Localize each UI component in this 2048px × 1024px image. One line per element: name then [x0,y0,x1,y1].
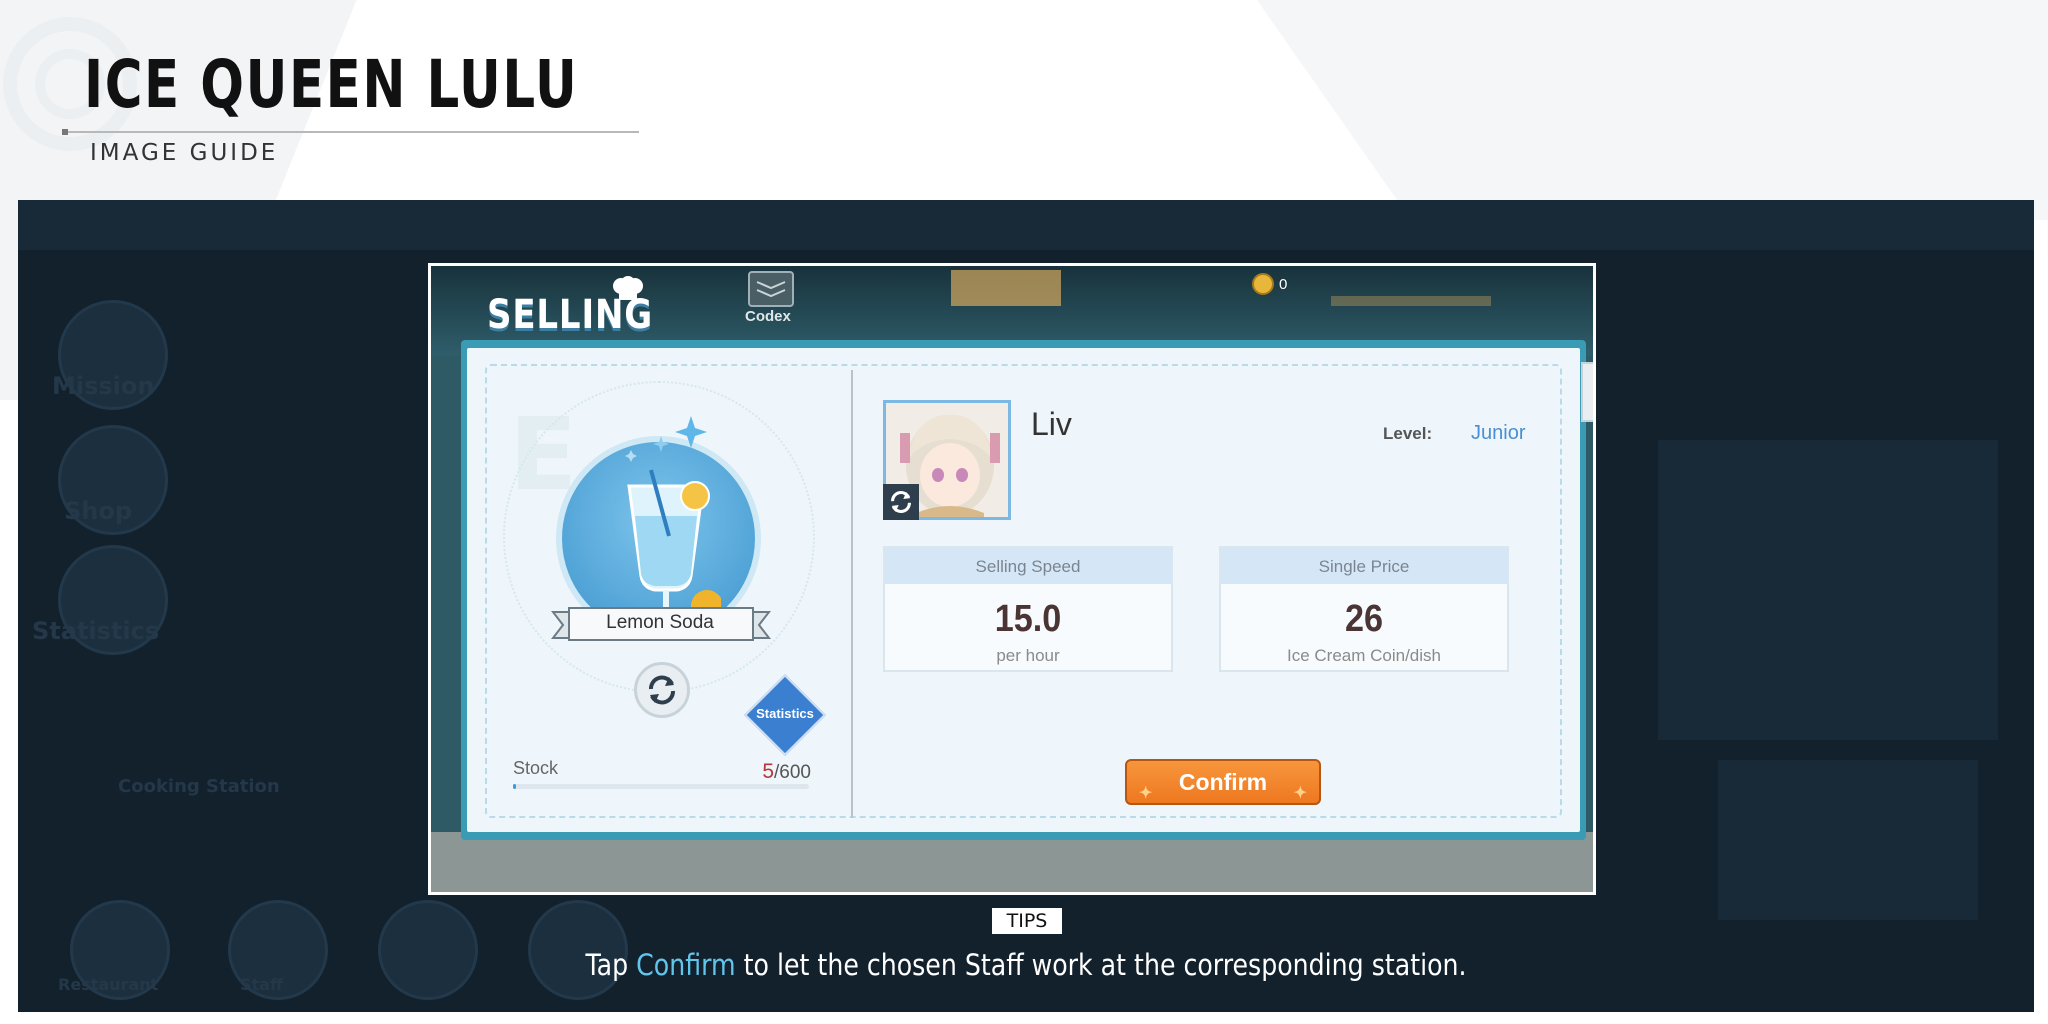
coin-count: 0 [1279,276,1288,293]
single-price-label: Single Price [1221,548,1507,584]
stock-current: 5 [762,760,775,783]
confirm-label: Confirm [1178,769,1268,795]
title-divider-dot [62,129,68,135]
single-price-card: Single Price 26 Ice Cream Coin/dish [1219,546,1509,672]
chef-hat-icon [613,276,643,300]
tips-text: Tap Confirm to let the chosen Staff work… [149,948,1903,982]
wall-shelf [1331,296,1491,306]
stock-bar [513,784,809,789]
close-icon: ✕ [1592,369,1593,415]
sparkle-icon [625,416,707,462]
swap-staff-button[interactable] [883,484,919,520]
selling-speed-label: Selling Speed [885,548,1171,584]
guide-page: ICE QUEEN LULU IMAGE GUIDE Mission Shop … [0,0,2048,1024]
refresh-icon [891,490,911,514]
selling-speed-value: 15.0 [994,598,1062,640]
header-bg-shape [1228,0,2048,220]
page-subtitle: IMAGE GUIDE [90,140,279,166]
stock-value: 5/600 [731,760,811,784]
refresh-icon [649,675,675,705]
bg-statistics-label: Statistics [32,617,160,645]
title-divider [64,131,639,133]
stock-max: /600 [774,762,811,783]
bg-restaurant-label: Restaurant [58,975,159,994]
bg-right-furniture [1658,440,1998,740]
single-price-value: 26 [1344,598,1384,640]
sparkle-icon: ✦ [1293,785,1307,802]
selling-speed-card: Selling Speed 15.0 per hour [883,546,1173,672]
close-button[interactable]: ✕ [1581,362,1593,422]
guide-stage: Mission Shop Statistics Cooking Station … [18,200,2034,1012]
tips-suffix: to let the chosen Staff work at the corr… [735,948,1467,982]
selling-speed-unit: per hour [996,646,1060,665]
bg-mission-label: Mission [52,372,155,400]
coin-icon [1252,273,1274,295]
floor [431,832,1593,892]
game-screenshot: SELLING Codex 0 ✕ E [428,263,1596,895]
stock-label: Stock [513,758,559,778]
panel-divider [851,370,853,818]
level-value: Junior [1471,422,1526,444]
wall-shelf [951,270,1061,306]
stock-bar-fill [513,784,516,789]
single-price-unit: Ice Cream Coin/dish [1286,646,1441,665]
lemon-soda-icon[interactable] [611,466,721,626]
level-label: Level: [1383,424,1433,443]
tips-highlight: Confirm [636,948,736,982]
bg-right-furniture [1718,760,1978,920]
confirm-button[interactable]: ✦ Confirm ✦ [1125,759,1321,805]
page-title: ICE QUEEN LULU [84,46,579,123]
swap-dish-button[interactable] [634,662,690,718]
statistics-label: Statistics [756,706,814,721]
sparkle-icon: ✦ [1139,785,1153,802]
tips-prefix: Tap [585,948,637,982]
bg-cooking-station-label: Cooking Station [118,776,280,797]
bg-shop-label: Shop [64,497,133,525]
staff-name: Liv [1031,406,1072,442]
codex-label: Codex [745,308,791,325]
bg-top-bar [18,200,2034,250]
dish-name: Lemon Soda [606,612,714,633]
tips-badge: TIPS [992,908,1062,934]
